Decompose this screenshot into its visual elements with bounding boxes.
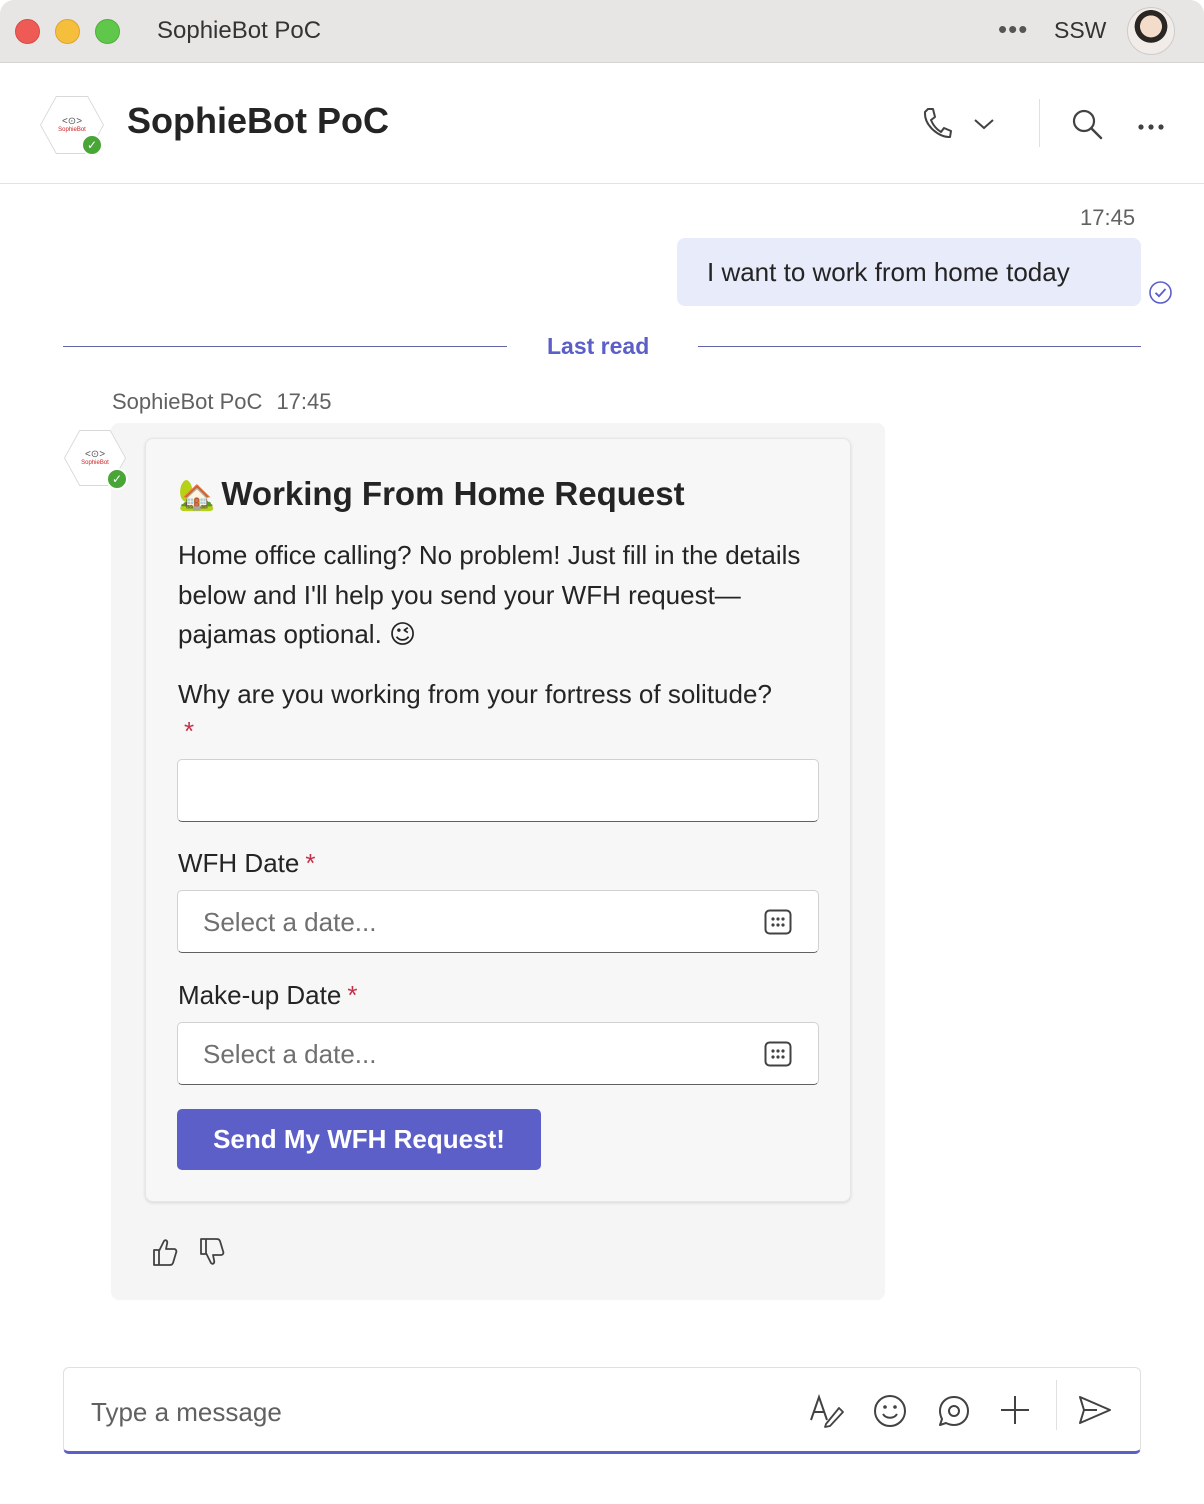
last-read-label: Last read (547, 333, 650, 359)
required-marker: * (347, 980, 358, 1010)
read-receipt-icon (1148, 280, 1173, 310)
bot-logo-glyph: <⊙> (84, 448, 106, 460)
user-message-bubble[interactable]: I want to work from home today (677, 238, 1141, 306)
required-marker: * (305, 848, 316, 878)
wfh-date-placeholder: Select a date... (203, 907, 377, 937)
user-message-time: 17:45 (1080, 205, 1136, 230)
wfh-date-input[interactable]: Select a date... (177, 890, 819, 953)
card-title-text: Working From Home Request (221, 475, 685, 512)
available-status-icon: ✓ (81, 134, 103, 156)
thumbs-up-icon[interactable] (152, 1237, 178, 1272)
makeup-date-placeholder: Select a date... (203, 1039, 377, 1069)
required-marker: * (184, 716, 195, 746)
bot-logo-text: SophieBot (81, 459, 109, 466)
compose-box[interactable]: Type a message (63, 1367, 1141, 1454)
message-input[interactable]: Type a message (91, 1397, 282, 1428)
available-status-icon: ✓ (106, 468, 128, 490)
reason-label-text: Why are you working from your fortress o… (178, 679, 772, 709)
makeup-date-label-text: Make-up Date (178, 980, 342, 1010)
user-avatar[interactable] (1127, 7, 1175, 55)
loop-icon[interactable] (937, 1394, 971, 1433)
bot-sender-name: SophieBot PoC (112, 389, 263, 414)
add-icon[interactable] (999, 1394, 1031, 1431)
card-description: Home office calling? No problem! Just fi… (178, 540, 801, 649)
wfh-date-label-text: WFH Date (178, 848, 300, 878)
window-title: SophieBot PoC (157, 17, 322, 44)
send-icon[interactable] (1077, 1394, 1113, 1431)
reason-field-label: Why are you working from your fortress o… (178, 676, 778, 750)
chat-header: <⊙> SophieBot ✓ SophieBot PoC (0, 63, 1204, 184)
teams-chat-window: SophieBot PoC ••• SSW <⊙> SophieBot ✓ So… (0, 0, 1204, 1504)
bot-message-time: 17:45 (276, 389, 332, 414)
calendar-icon[interactable] (764, 1041, 792, 1072)
send-wfh-request-button[interactable]: Send My WFH Request! (177, 1109, 541, 1170)
more-options-icon[interactable]: ••• (998, 14, 1028, 45)
bot-logo-text: SophieBot (58, 126, 86, 133)
bot-logo-glyph: <⊙> (61, 115, 83, 127)
last-read-divider-right (698, 346, 1141, 347)
zoom-window-button[interactable] (95, 19, 120, 44)
call-icon[interactable] (920, 106, 952, 145)
wfh-request-card: 🏡 Working From Home Request Home office c… (145, 438, 851, 1202)
compose-divider (1056, 1380, 1057, 1430)
bot-message-meta: SophieBot PoC 17:45 (112, 389, 332, 415)
house-icon: 🏡 (178, 479, 216, 512)
thumbs-down-icon[interactable] (199, 1237, 225, 1272)
chevron-down-icon[interactable] (973, 117, 995, 136)
close-window-button[interactable] (15, 19, 40, 44)
window-title-bar: SophieBot PoC ••• SSW (0, 0, 1204, 63)
more-icon[interactable] (1137, 118, 1165, 136)
wfh-date-label: WFH Date * (178, 845, 315, 882)
minimize-window-button[interactable] (55, 19, 80, 44)
reason-input[interactable] (177, 759, 819, 822)
last-read-divider-left (63, 346, 507, 347)
header-divider (1039, 99, 1040, 147)
format-icon[interactable] (809, 1393, 845, 1433)
calendar-icon[interactable] (764, 909, 792, 940)
makeup-date-label: Make-up Date * (178, 977, 357, 1014)
card-title: 🏡 Working From Home Request (178, 475, 685, 513)
search-icon[interactable] (1071, 108, 1103, 145)
org-name[interactable]: SSW (1054, 17, 1106, 44)
chat-title: SophieBot PoC (127, 100, 389, 141)
emoji-icon[interactable] (873, 1394, 907, 1433)
makeup-date-input[interactable]: Select a date... (177, 1022, 819, 1085)
